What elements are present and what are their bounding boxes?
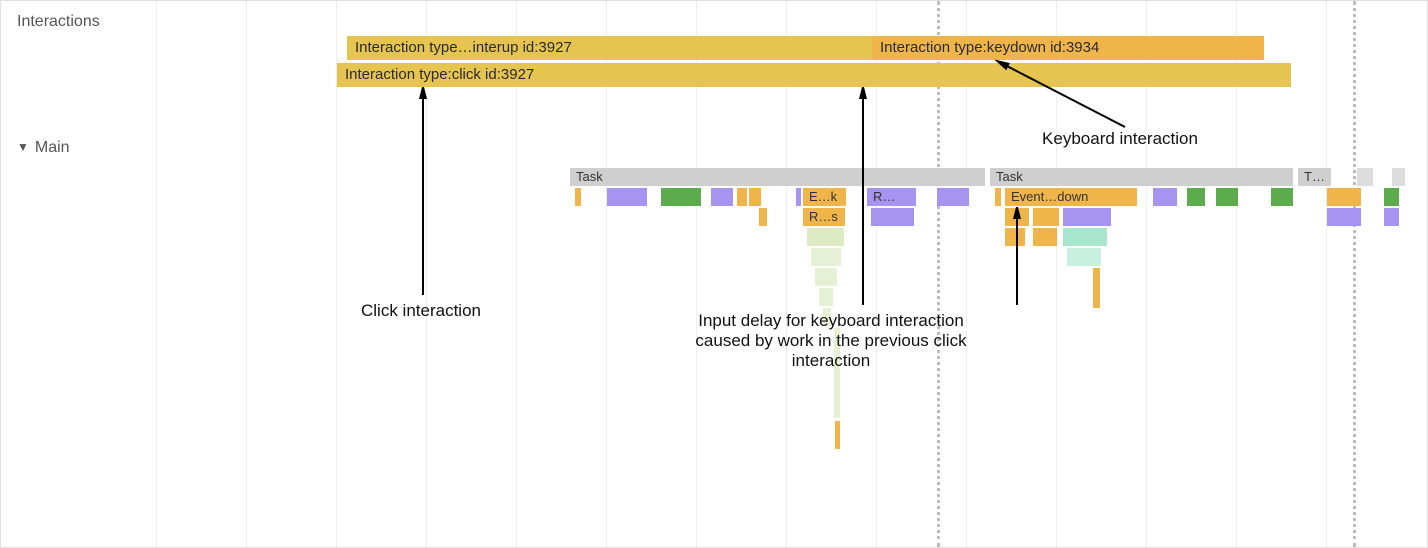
interaction-click[interactable]: Interaction type:click id:3927 <box>337 63 1291 87</box>
flame-block[interactable] <box>1384 188 1399 206</box>
flame-block[interactable] <box>1384 208 1399 226</box>
performance-panel: Interactions Interaction type…interup id… <box>0 0 1428 548</box>
flame-block[interactable] <box>1033 228 1057 246</box>
interaction-keydown[interactable]: Interaction type:keydown id:3934 <box>872 36 1264 60</box>
flame-block[interactable] <box>711 188 733 206</box>
flame-block[interactable] <box>1005 208 1029 226</box>
timeline-marker <box>1353 1 1356 547</box>
flame-block[interactable] <box>819 288 833 306</box>
flame-block-ek[interactable]: E…k <box>803 188 846 206</box>
flame-block-rs[interactable]: R…s <box>803 208 845 226</box>
flame-block[interactable] <box>1063 228 1107 246</box>
flame-block[interactable] <box>575 188 581 206</box>
flame-block[interactable] <box>607 188 647 206</box>
flame-block[interactable] <box>1093 268 1100 308</box>
annotation-input-delay: Input delay for keyboard interaction cau… <box>681 311 981 371</box>
flame-block[interactable] <box>995 188 1001 206</box>
disclosure-triangle-icon[interactable]: ▼ <box>17 140 29 154</box>
flame-block-r[interactable]: R… <box>867 188 916 206</box>
interaction-pointerup[interactable]: Interaction type…interup id:3927 <box>347 36 872 60</box>
flame-block[interactable] <box>661 188 701 206</box>
flame-block[interactable] <box>871 208 914 226</box>
track-label-interactions: Interactions <box>17 13 100 31</box>
task-block[interactable]: Task <box>990 168 1293 186</box>
flame-block[interactable] <box>835 421 840 449</box>
task-block[interactable]: Task <box>570 168 985 186</box>
flame-block[interactable] <box>1327 188 1361 206</box>
task-block[interactable]: T… <box>1298 168 1331 186</box>
flame-block[interactable] <box>749 188 761 206</box>
task-block[interactable] <box>1392 168 1405 186</box>
annotation-keyboard: Keyboard interaction <box>1005 129 1235 149</box>
arrow-icon <box>413 87 433 297</box>
flame-block[interactable] <box>1216 188 1238 206</box>
flame-block[interactable] <box>759 208 767 226</box>
flame-block[interactable] <box>796 188 801 206</box>
flame-block[interactable] <box>737 188 747 206</box>
flame-block[interactable] <box>807 228 844 246</box>
track-label-main-text: Main <box>35 139 70 156</box>
task-block[interactable] <box>1357 168 1373 186</box>
flame-block[interactable] <box>1063 208 1111 226</box>
flame-block[interactable] <box>1033 208 1059 226</box>
flame-block[interactable] <box>1327 208 1361 226</box>
flame-block[interactable] <box>815 268 837 286</box>
annotation-click: Click interaction <box>331 301 511 321</box>
flame-block[interactable] <box>937 188 969 206</box>
flame-block[interactable] <box>1153 188 1177 206</box>
flame-block-eventdown[interactable]: Event…down <box>1005 188 1137 206</box>
flame-block[interactable] <box>811 248 841 266</box>
flame-block[interactable] <box>1187 188 1205 206</box>
flame-block[interactable] <box>1067 248 1101 266</box>
flame-block[interactable] <box>1271 188 1293 206</box>
flame-block[interactable] <box>1005 228 1025 246</box>
track-label-main[interactable]: ▼ Main <box>17 139 70 157</box>
